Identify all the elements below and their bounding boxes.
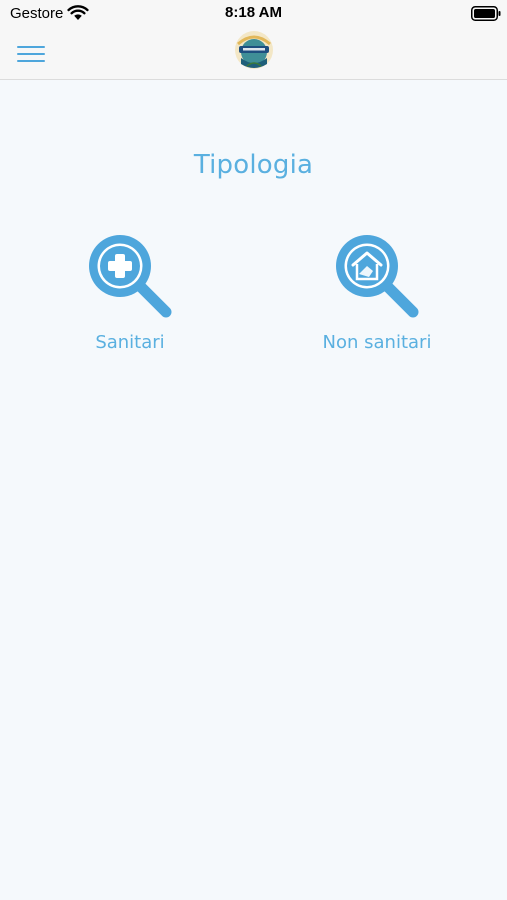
status-bar: Gestore 8:18 AM: [0, 0, 507, 28]
page-title: Tipologia: [193, 150, 314, 180]
status-time: 8:18 AM: [225, 4, 282, 21]
category-label-non-sanitari: Non sanitari: [322, 332, 432, 353]
magnifier-plus-icon: [89, 235, 172, 318]
app-logo: [235, 31, 273, 69]
magnifier-house-icon: [336, 235, 419, 318]
category-non-sanitari[interactable]: Non sanitari: [277, 230, 477, 353]
category-sanitari[interactable]: Sanitari: [30, 230, 230, 353]
menu-button[interactable]: [12, 38, 50, 68]
battery-icon: [471, 6, 501, 21]
navigation-bar: [0, 28, 507, 80]
category-label-sanitari: Sanitari: [95, 332, 165, 353]
